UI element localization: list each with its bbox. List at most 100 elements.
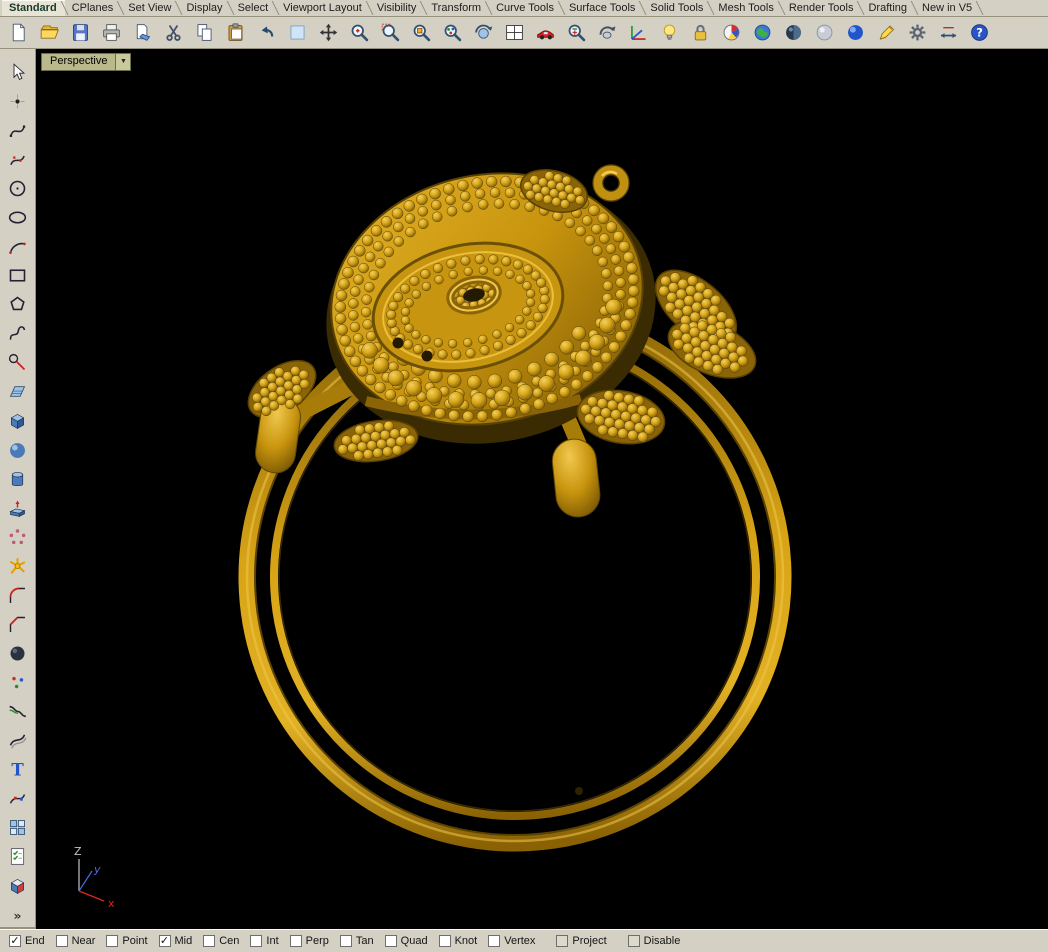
viewport-title[interactable]: Perspective <box>42 54 115 70</box>
sidebar-tool-point-tool[interactable] <box>3 88 32 115</box>
toolbar-button-save[interactable] <box>65 18 95 47</box>
toolbar-button-help[interactable]: ? <box>964 18 994 47</box>
toolbar-button-zoom-extents[interactable] <box>437 18 467 47</box>
sidebar-tool-extrude-solid[interactable] <box>3 495 32 522</box>
tab-display[interactable]: Display <box>179 0 230 16</box>
sidebar-tool-circle-tool[interactable] <box>3 175 32 202</box>
osnap-cen-label: Cen <box>219 935 239 947</box>
toolbar-button-cut-scissors[interactable] <box>158 18 188 47</box>
sidebar-tool-checklist-clipboard[interactable] <box>3 843 32 870</box>
tab-viewport-layout[interactable]: Viewport Layout <box>276 0 370 16</box>
osnap-tan-checkbox[interactable] <box>340 935 352 947</box>
sidebar-tool-arc-tool[interactable] <box>3 233 32 260</box>
sidebar-tool-control-point-curve[interactable] <box>3 146 32 173</box>
sidebar-tool-polygon-tool[interactable] <box>3 291 32 318</box>
boolean-sphere-icon <box>7 643 28 664</box>
tab-standard[interactable]: Standard <box>2 0 65 16</box>
toolbar-button-print[interactable] <box>96 18 126 47</box>
toolbar-button-paste-clipboard[interactable] <box>220 18 250 47</box>
sidebar-tool-block-squares[interactable] <box>3 814 32 841</box>
tab-visibility[interactable]: Visibility <box>370 0 425 16</box>
toolbar-button-zoom-dynamic[interactable] <box>344 18 374 47</box>
osnap-end-checkbox[interactable] <box>9 935 21 947</box>
sidebar-tool-rectangle-tool[interactable] <box>3 262 32 289</box>
toolbar-button-copy[interactable] <box>189 18 219 47</box>
svg-text:»: » <box>14 908 22 922</box>
toolbar-button-notes-pen[interactable] <box>871 18 901 47</box>
sidebar-tool-plane-surface[interactable] <box>3 378 32 405</box>
toolbar-button-move-pan[interactable] <box>313 18 343 47</box>
toolbar-button-zoom-in-out[interactable] <box>561 18 591 47</box>
perspective-viewport[interactable]: Zyx Perspective ▼ <box>36 49 1048 929</box>
tab-mesh-tools[interactable]: Mesh Tools <box>711 0 781 16</box>
toolbar-button-gear-options[interactable] <box>902 18 932 47</box>
toolbar-button-copy-page[interactable] <box>127 18 157 47</box>
sidebar-tool-curve-from-objects[interactable] <box>3 349 32 376</box>
main-area: T » Zyx Perspective ▼ <box>0 49 1048 929</box>
sidebar-tool-display-cube[interactable] <box>3 872 32 899</box>
sidebar-tool-chamfer-corner[interactable] <box>3 611 32 638</box>
toolbar-button-selection-box[interactable] <box>282 18 312 47</box>
sidebar-tool-blend-curves[interactable] <box>3 698 32 725</box>
toolbar-button-new-document[interactable] <box>3 18 33 47</box>
osnap-near-checkbox[interactable] <box>56 935 68 947</box>
sidebar-tool-fillet-corner[interactable] <box>3 582 32 609</box>
tab-set-view[interactable]: Set View <box>121 0 179 16</box>
toolbar-button-lock[interactable] <box>685 18 715 47</box>
osnap-project-checkbox[interactable] <box>556 935 568 947</box>
tab-drafting[interactable]: Drafting <box>861 0 915 16</box>
sidebar-tool-offset-curve[interactable] <box>3 727 32 754</box>
tab-curve-tools[interactable]: Curve Tools <box>489 0 562 16</box>
sidebar-tool-star-points[interactable] <box>3 524 32 551</box>
sidebar-tool-point-edit[interactable] <box>3 785 32 812</box>
sidebar-tool-more-tools-chevron[interactable]: » <box>3 901 32 928</box>
sidebar-tool-freeform-curve[interactable] <box>3 320 32 347</box>
osnap-perp-checkbox[interactable] <box>290 935 302 947</box>
osnap-cen-checkbox[interactable] <box>203 935 215 947</box>
toolbar-button-rendered-sphere[interactable] <box>840 18 870 47</box>
tab-transform[interactable]: Transform <box>424 0 489 16</box>
osnap-point-checkbox[interactable] <box>106 935 118 947</box>
toolbar-button-ghosted-sphere[interactable] <box>809 18 839 47</box>
tab-surface-tools[interactable]: Surface Tools <box>562 0 643 16</box>
osnap-vertex-checkbox[interactable] <box>488 935 500 947</box>
toolbar-button-zoom-window[interactable] <box>375 18 405 47</box>
osnap-disable-checkbox[interactable] <box>628 935 640 947</box>
sidebar-tool-interpolate-curve[interactable] <box>3 117 32 144</box>
sidebar-tool-box-solid[interactable] <box>3 407 32 434</box>
osnap-quad-checkbox[interactable] <box>385 935 397 947</box>
toolbar-button-viewport-layout-grid[interactable] <box>499 18 529 47</box>
sidebar-tool-select-pointer[interactable] <box>3 59 32 86</box>
toolbar-button-render-pie[interactable] <box>716 18 746 47</box>
osnap-mid-checkbox[interactable] <box>159 935 171 947</box>
toolbar-button-zoom-selected[interactable] <box>406 18 436 47</box>
osnap-int-checkbox[interactable] <box>250 935 262 947</box>
sidebar-tool-text-tool[interactable]: T <box>3 756 32 783</box>
tab-select[interactable]: Select <box>231 0 277 16</box>
toolbar-button-render-car[interactable] <box>530 18 560 47</box>
tab-solid-tools[interactable]: Solid Tools <box>643 0 711 16</box>
sidebar-tool-boolean-sphere[interactable] <box>3 640 32 667</box>
toolbar-button-rotate-view[interactable] <box>468 18 498 47</box>
osnap-knot-checkbox[interactable] <box>439 935 451 947</box>
toolbar-button-cplane-axes[interactable] <box>623 18 653 47</box>
tab-new-in-v5[interactable]: New in V5 <box>915 0 980 16</box>
toolbar-button-open-folder[interactable] <box>34 18 64 47</box>
toolbar-button-lightbulb[interactable] <box>654 18 684 47</box>
sidebar-tool-multi-points[interactable] <box>3 669 32 696</box>
toolbar-button-shaded-sphere[interactable] <box>778 18 808 47</box>
toolbar-button-earth-globe[interactable] <box>747 18 777 47</box>
control-point-curve-icon <box>7 149 28 170</box>
toolbar-button-measure-distance[interactable] <box>933 18 963 47</box>
tab-cplanes[interactable]: CPlanes <box>65 0 122 16</box>
sidebar-tool-sphere-solid[interactable] <box>3 436 32 463</box>
toolbar-button-rotate-camera[interactable] <box>592 18 622 47</box>
tab-render-tools[interactable]: Render Tools <box>782 0 862 16</box>
viewport-menu-button[interactable]: ▼ <box>115 54 130 70</box>
viewport-title-tab[interactable]: Perspective ▼ <box>41 53 131 71</box>
cplane-axes-icon <box>628 22 649 43</box>
toolbar-button-undo[interactable] <box>251 18 281 47</box>
sidebar-tool-ellipse-tool[interactable] <box>3 204 32 231</box>
sidebar-tool-explode-burst[interactable] <box>3 553 32 580</box>
sidebar-tool-cylinder-solid[interactable] <box>3 466 32 493</box>
